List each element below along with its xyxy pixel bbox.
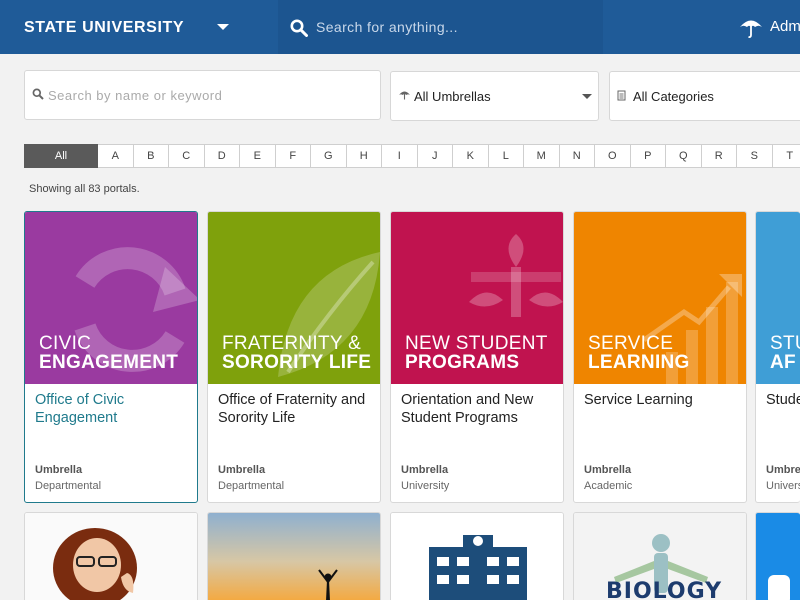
portal-card-umbrella-value: Academic [584,480,633,492]
portal-card-image-title: CIVIC ENGAGEMENT [39,334,178,372]
portal-card-image-line2: SORORITY LIFE [222,352,372,373]
letter-filter-r[interactable]: R [701,144,737,168]
portal-card-image: STU AF [756,212,800,384]
portal-card-umbrella-label: Umbrella [584,464,632,476]
umbrella-filter-select[interactable]: All Umbrellas [390,71,599,121]
umbrella-filter-value: All Umbrellas [414,89,491,104]
portal-card-image: FRATERNITY & SORORITY LIFE [208,212,380,384]
portal-card-image [756,513,800,600]
category-filter-select[interactable]: All Categories [609,71,800,121]
portal-card-image: NEW STUDENT PROGRAMS [391,212,563,384]
letter-filter-d[interactable]: D [204,144,240,168]
category-icon [617,90,626,101]
portal-card-image-line2: PROGRAMS [405,352,520,373]
global-search-placeholder[interactable]: Search for anything... [316,19,458,35]
portal-card-umbrella-label: Umbrella [401,464,449,476]
portal-card-umbrella-label: Umbrella [218,464,266,476]
letter-filter-k[interactable]: K [453,144,489,168]
portal-card-image-line1: FRATERNITY & [222,333,362,354]
portal-card-umbrella-label: Umbrella [35,464,83,476]
biology-image-text: BIOLOGY [606,579,723,600]
letter-filter-t[interactable]: T [772,144,800,168]
letter-filter-f[interactable]: F [275,144,311,168]
portal-card-image-line2: ENGAGEMENT [39,352,179,373]
portal-card-image-title: SERVICE LEARNING [588,334,690,372]
portal-card-name[interactable]: Stude Depa [766,392,800,410]
letter-filter-q[interactable]: Q [666,144,702,168]
portal-card-image-title: FRATERNITY & SORORITY LIFE [222,334,371,372]
portal-card-name[interactable]: Office of Fraternity and Sorority Life [218,392,376,427]
portal-card-image-line1: SERVICE [588,333,674,354]
person-photo [25,513,197,600]
keyword-search-placeholder[interactable]: Search by name or keyword [48,88,222,103]
building-icon [391,513,563,600]
letter-filter-c[interactable]: C [169,144,205,168]
chevron-down-icon [582,94,592,99]
portal-card-bottom-5[interactable] [755,512,800,600]
global-search[interactable]: Search for anything... [278,0,603,54]
letter-filter-e[interactable]: E [240,144,276,168]
portal-card-image: SERVICE LEARNING [574,212,746,384]
portal-card-bottom-3[interactable] [390,512,564,600]
portal-card-umbrella-value: Departmental [218,480,285,492]
letter-filter-n[interactable]: N [559,144,595,168]
portal-card-image-line2: AF [770,352,796,373]
user-menu-label[interactable]: Admin [770,18,800,35]
portal-card-new-student-programs[interactable]: NEW STUDENT PROGRAMS Orientation and New… [390,211,564,503]
letter-filter-m[interactable]: M [524,144,560,168]
portal-card-image-title: NEW STUDENT PROGRAMS [405,334,548,372]
portal-card-image-line1: NEW STUDENT [405,333,548,354]
portal-card-bottom-1[interactable] [24,512,198,600]
search-icon [32,88,44,100]
portal-card-name[interactable]: Orientation and New Student Programs [401,392,559,427]
results-count-text: Showing all 83 portals. [29,183,140,195]
portal-card-bottom-2[interactable] [207,512,381,600]
brand-title[interactable]: STATE UNIVERSITY [24,19,184,37]
letter-filter-all[interactable]: All [24,144,98,168]
letter-filter-j[interactable]: J [417,144,453,168]
portal-card-name[interactable]: Office of Civic Engagement [35,392,193,427]
keyword-search-input[interactable]: Search by name or keyword [24,70,381,120]
sunset-silhouette-photo [208,513,380,600]
portal-card-image-line2: LEARNING [588,352,690,373]
letter-filter-a[interactable]: A [98,144,134,168]
portal-card-umbrella-value: Univers [766,480,800,492]
portal-card-image: CIVIC ENGAGEMENT [25,212,197,384]
search-icon [290,19,308,37]
portal-card-umbrella-value: Departmental [35,480,102,492]
category-filter-value: All Categories [633,89,714,104]
portal-card-student-affairs[interactable]: STU AF Stude Depa Umbre Univers [755,211,800,503]
portal-card-bottom-biology[interactable]: BIOLOGY [573,512,747,600]
letter-filter-o[interactable]: O [595,144,631,168]
umbrella-icon[interactable] [738,16,764,38]
letter-filter-p[interactable]: P [630,144,666,168]
portal-card-image-line1: STU [770,333,800,354]
portal-card-umbrella-label: Umbre [766,464,800,476]
letter-filter-s[interactable]: S [737,144,773,168]
portal-card-service-learning[interactable]: SERVICE LEARNING Service Learning Umbrel… [573,211,747,503]
top-navbar: STATE UNIVERSITY Search for anything... … [0,0,800,54]
portal-card-fraternity-sorority[interactable]: FRATERNITY & SORORITY LIFE Office of Fra… [207,211,381,503]
brand-dropdown-chevron-icon[interactable] [217,24,229,30]
portal-card-civic-engagement[interactable]: CIVIC ENGAGEMENT Office of Civic Engagem… [24,211,198,503]
letter-filter-g[interactable]: G [311,144,347,168]
portal-card-umbrella-value: University [401,480,450,492]
portal-card-name[interactable]: Service Learning [584,392,742,410]
alphabet-filter: All A B C D E F G H I J K L M N O P Q R … [24,144,800,168]
letter-filter-b[interactable]: B [133,144,169,168]
portal-card-image-line1: CIVIC [39,333,92,354]
letter-filter-h[interactable]: H [346,144,382,168]
umbrella-icon [399,91,410,100]
letter-filter-l[interactable]: L [488,144,524,168]
portal-card-image-title: STU AF [770,334,800,372]
letter-filter-i[interactable]: I [382,144,418,168]
